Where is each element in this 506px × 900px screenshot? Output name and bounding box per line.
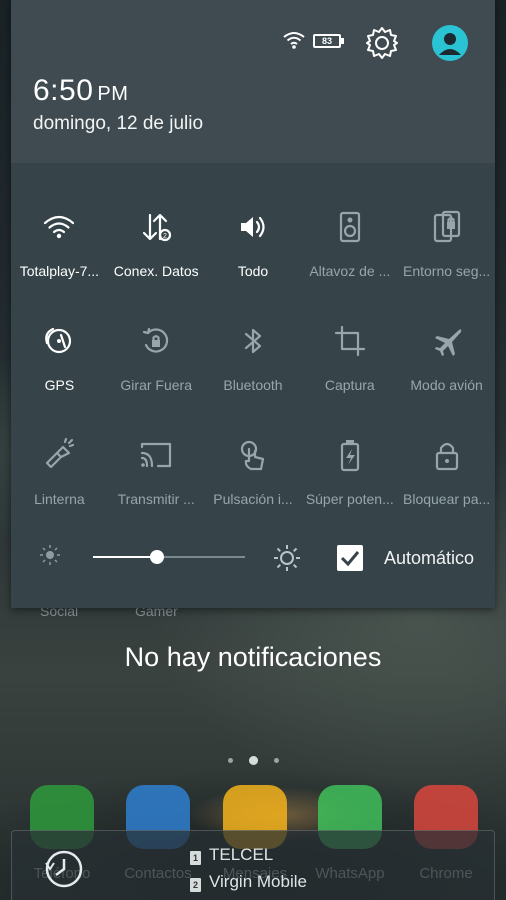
quick-tile[interactable]: Captura <box>301 310 398 424</box>
quick-tile-label: Bloquear pa... <box>403 491 491 507</box>
quick-tile-label: Linterna <box>34 491 85 507</box>
sim-icon: 1 <box>190 851 201 865</box>
quick-tile[interactable]: Modo avión <box>398 310 495 424</box>
quick-tile-label: Captura <box>324 377 375 393</box>
carrier-sim1: 1 TELCEL <box>190 845 273 865</box>
quick-tile[interactable]: Pulsación i... <box>205 424 302 538</box>
page-dot <box>227 758 233 764</box>
lock-icon <box>435 442 458 471</box>
carrier-bar: 1 TELCEL 2 Virgin Mobile <box>11 830 495 900</box>
quick-tile[interactable]: Entorno seg... <box>398 196 495 310</box>
gps-icon <box>45 327 72 354</box>
quick-tile-label: Pulsación i... <box>213 491 293 507</box>
gear-icon[interactable] <box>365 26 399 60</box>
quick-tile-label: Transmitir ... <box>117 491 195 507</box>
clock-date: domingo, 12 de julio <box>33 113 204 134</box>
quick-tile-label: Totalplay-7... <box>19 263 100 279</box>
airplane-icon <box>434 329 461 356</box>
battery-saver-icon <box>340 440 359 472</box>
quick-settings-grid: Totalplay-7... 2 Conex. Datos Todo Altavoz d… <box>11 196 495 538</box>
quick-tile[interactable]: Linterna <box>11 424 108 538</box>
quick-tile-label: Girar Fuera <box>120 377 192 393</box>
quick-tile-label: Todo <box>237 263 269 279</box>
quick-tile[interactable]: Bluetooth <box>205 310 302 424</box>
quick-tile[interactable]: Girar Fuera <box>108 310 205 424</box>
no-notifications-text: No hay notificaciones <box>124 642 382 672</box>
quick-settings-panel: 83 6:50 PM domingo, 12 de julio Totalplay… <box>11 0 495 608</box>
flashlight-icon <box>46 437 75 469</box>
brightness-low-icon <box>40 545 60 565</box>
quick-tile[interactable]: Bloquear pa... <box>398 424 495 538</box>
speaker-icon <box>339 211 360 243</box>
checkmark-icon <box>340 551 360 567</box>
touch-icon <box>240 440 265 471</box>
brightness-slider-fill <box>93 556 157 558</box>
status-icons: 83 <box>11 22 495 62</box>
panel-header: 83 6:50 PM domingo, 12 de julio <box>11 0 495 163</box>
quick-tile-label: GPS <box>44 377 75 393</box>
quick-tile[interactable]: Todo <box>205 196 302 310</box>
quick-tile[interactable]: Súper poten... <box>301 424 398 538</box>
bluetooth-icon <box>244 328 262 354</box>
clock-time: 6:50 PM <box>33 74 129 107</box>
quick-tile-label: Altavoz de ... <box>309 263 391 279</box>
brightness-row: Automático <box>11 530 495 586</box>
svg-text:2: 2 <box>163 233 167 240</box>
secure-environment-icon <box>433 210 460 243</box>
user-avatar-icon[interactable] <box>432 25 468 61</box>
battery-icon: 83 <box>313 34 344 48</box>
wifi-icon <box>44 215 75 239</box>
quick-tile[interactable]: Transmitir ... <box>108 424 205 538</box>
page-dot-active <box>248 756 258 766</box>
carrier-sim2: 2 Virgin Mobile <box>190 872 307 892</box>
volume-icon <box>240 216 265 238</box>
data-arrows-icon: 2 <box>143 213 172 242</box>
brightness-slider-thumb[interactable] <box>149 550 164 564</box>
quick-tile[interactable]: Altavoz de ... <box>301 196 398 310</box>
quick-tile-label: Conex. Datos <box>113 263 199 279</box>
quick-tile-label: Bluetooth <box>223 377 283 393</box>
page-indicator <box>0 752 506 770</box>
brightness-high-icon <box>274 545 300 571</box>
quick-tile-label: Entorno seg... <box>403 263 491 279</box>
quick-tile[interactable]: 2 Conex. Datos <box>108 196 205 310</box>
crop-icon <box>334 325 365 357</box>
wifi-status-icon <box>283 32 305 49</box>
quick-tile[interactable]: Totalplay-7... <box>11 196 108 310</box>
sim-icon: 2 <box>190 878 201 892</box>
quick-tile-label: Súper poten... <box>305 491 394 507</box>
quick-tile-label: Modo avión <box>410 377 483 393</box>
clock-history-icon[interactable] <box>42 847 86 891</box>
auto-brightness-checkbox[interactable] <box>337 545 363 571</box>
page-dot <box>273 758 279 764</box>
quick-tile[interactable]: GPS <box>11 310 108 424</box>
auto-brightness-label: Automático <box>384 548 475 568</box>
cast-icon <box>141 442 172 468</box>
rotation-lock-icon <box>143 327 169 353</box>
